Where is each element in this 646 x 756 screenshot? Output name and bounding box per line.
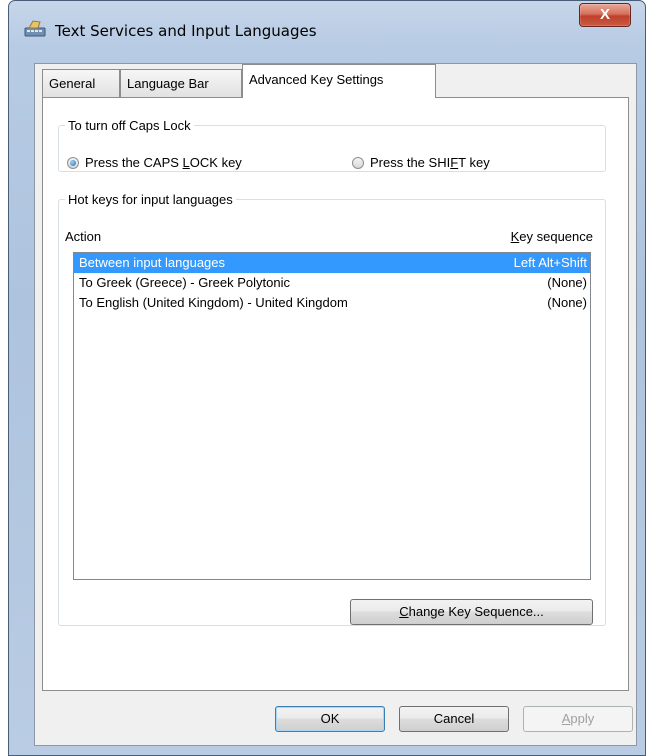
close-icon: X xyxy=(599,6,610,23)
list-item-action: To English (United Kingdom) - United Kin… xyxy=(79,295,348,310)
list-item[interactable]: Between input languages Left Alt+Shift xyxy=(74,253,590,273)
dialog-client-area: General Language Bar Advanced Key Settin… xyxy=(34,63,637,746)
tab-advanced-key-settings[interactable]: Advanced Key Settings xyxy=(242,64,436,98)
ok-button[interactable]: OK xyxy=(275,706,385,732)
column-header-key-sequence[interactable]: Key sequence xyxy=(511,229,593,244)
list-item-keys: Left Alt+Shift xyxy=(513,255,587,270)
radio-shift-key[interactable]: Press the SHIFT key xyxy=(352,155,490,170)
window-title: Text Services and Input Languages xyxy=(55,22,317,40)
radio-checked-icon[interactable] xyxy=(67,156,79,169)
list-item[interactable]: To English (United Kingdom) - United Kin… xyxy=(74,293,590,313)
list-item-action: Between input languages xyxy=(79,255,226,270)
caps-lock-group: To turn off Caps Lock Press the CAPS LOC… xyxy=(58,118,606,172)
change-key-sequence-button[interactable]: Change Key Sequence... xyxy=(350,599,593,625)
dialog-window: Text Services and Input Languages X Gene… xyxy=(8,0,646,756)
list-item-action: To Greek (Greece) - Greek Polytonic xyxy=(79,275,290,290)
list-item[interactable]: To Greek (Greece) - Greek Polytonic (Non… xyxy=(74,273,590,293)
hotkeys-list[interactable]: Between input languages Left Alt+Shift T… xyxy=(73,252,591,580)
radio-label: Press the SHIFT key xyxy=(370,155,490,170)
column-header-action[interactable]: Action xyxy=(65,229,101,244)
tab-label: General xyxy=(49,76,96,91)
tab-label: Language Bar xyxy=(127,76,209,91)
list-item-keys: (None) xyxy=(547,275,587,290)
tab-general[interactable]: General xyxy=(42,69,120,97)
keyboard-icon xyxy=(24,20,46,37)
apply-button[interactable]: Apply xyxy=(523,706,633,732)
close-button[interactable]: X xyxy=(579,3,631,27)
tab-label: Advanced Key Settings xyxy=(249,72,384,87)
caps-lock-legend: To turn off Caps Lock xyxy=(68,118,191,133)
tab-language-bar[interactable]: Language Bar xyxy=(120,69,242,97)
tab-panel: To turn off Caps Lock Press the CAPS LOC… xyxy=(42,97,629,691)
title-bar[interactable]: Text Services and Input Languages X xyxy=(9,1,645,63)
radio-caps-lock-key[interactable]: Press the CAPS LOCK key xyxy=(67,155,242,170)
hotkeys-group: Hot keys for input languages Action Key … xyxy=(58,192,606,626)
radio-label: Press the CAPS LOCK key xyxy=(85,155,242,170)
cancel-button[interactable]: Cancel xyxy=(399,706,509,732)
hotkeys-legend: Hot keys for input languages xyxy=(68,192,233,207)
radio-unchecked-icon[interactable] xyxy=(352,156,364,169)
list-item-keys: (None) xyxy=(547,295,587,310)
